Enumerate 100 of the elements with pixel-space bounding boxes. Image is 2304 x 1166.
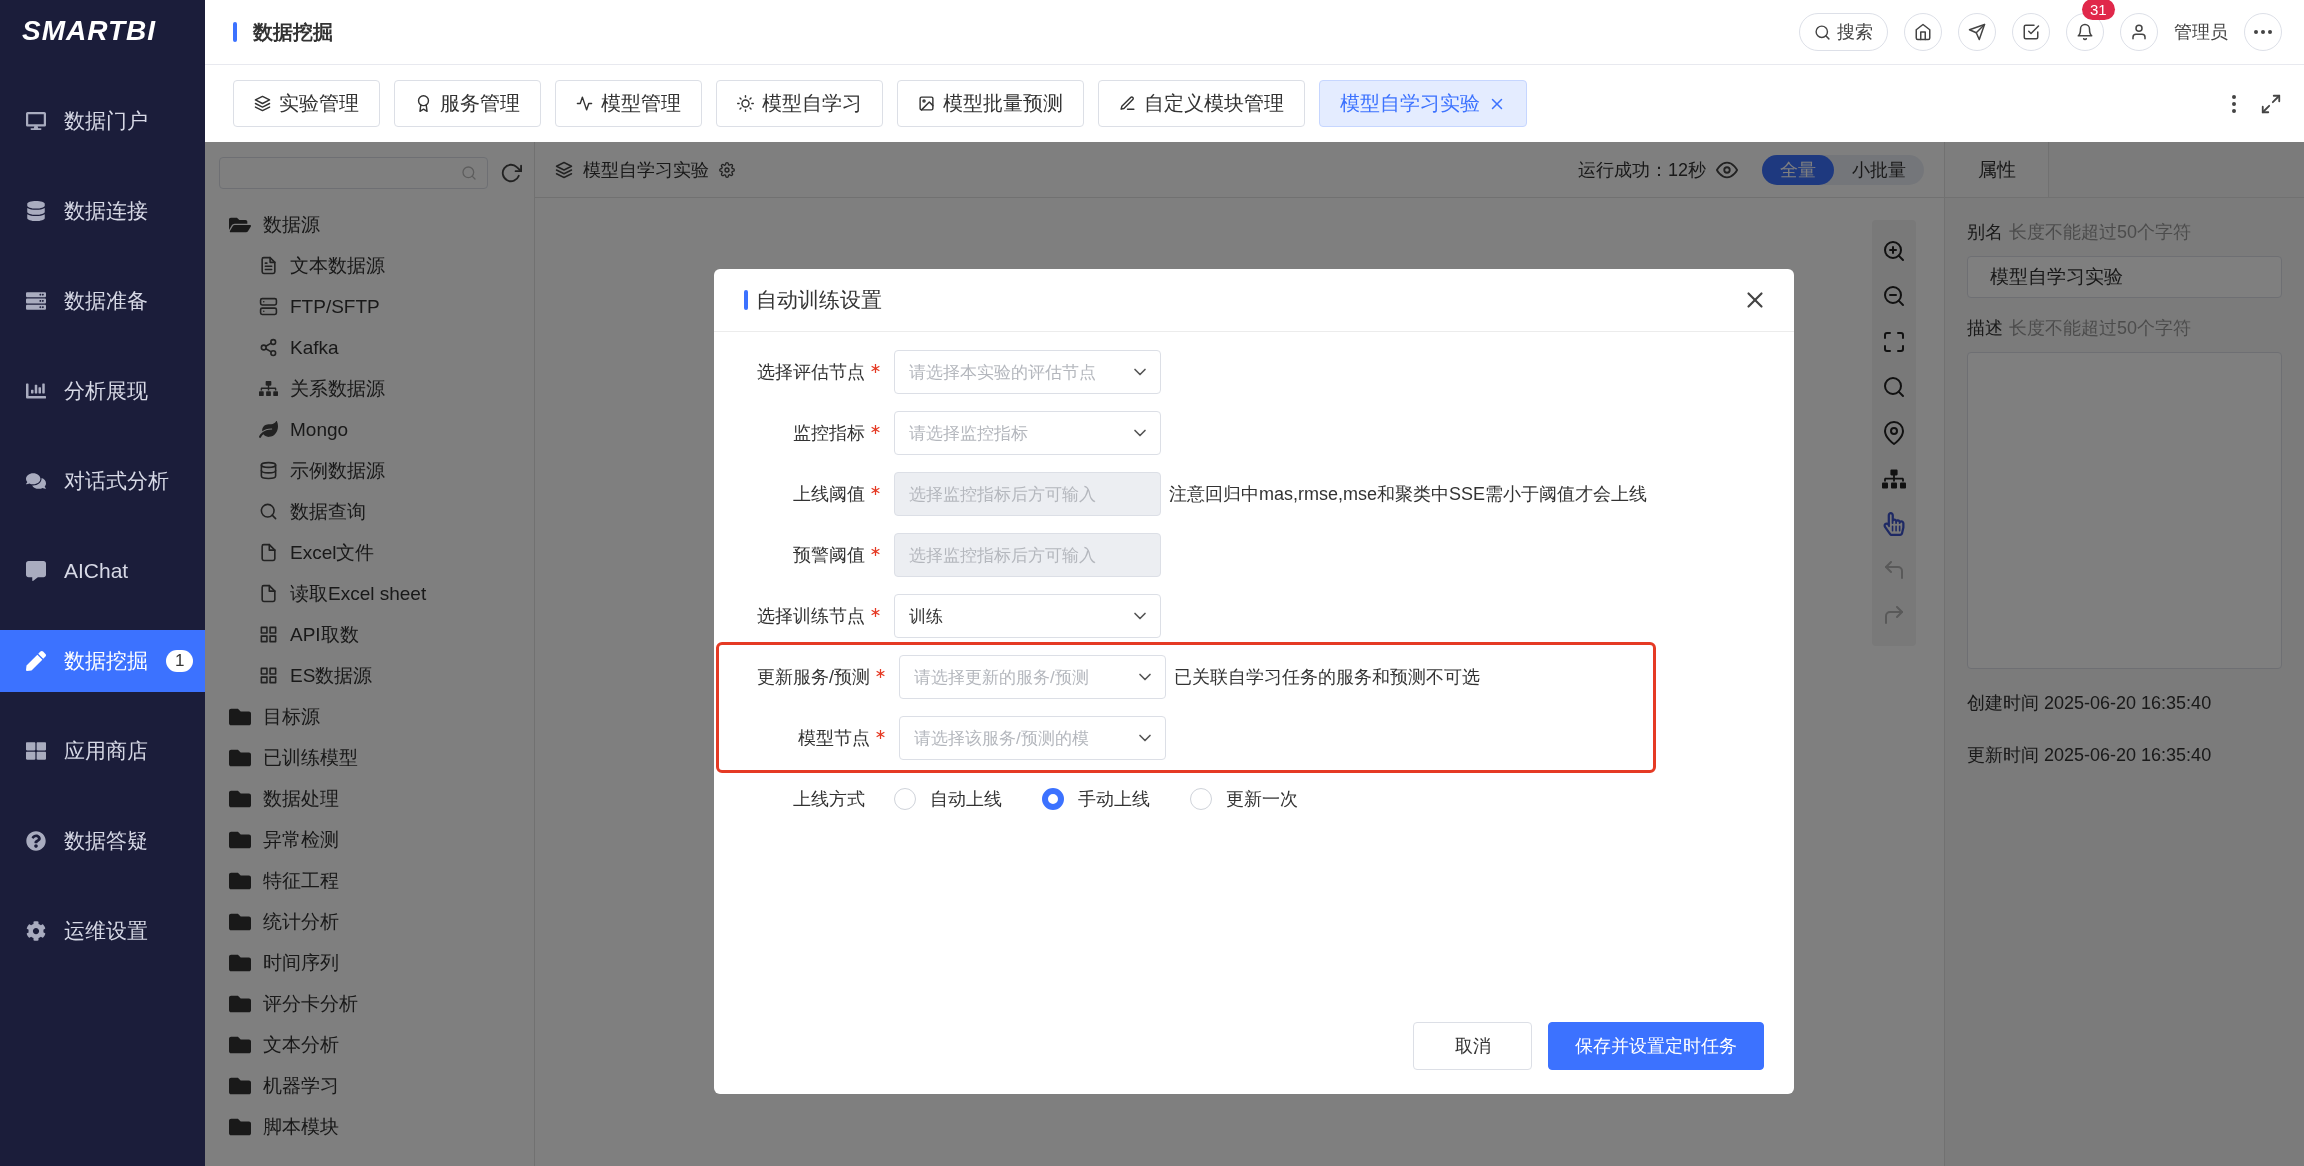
award-icon bbox=[415, 95, 432, 112]
home-button[interactable] bbox=[1904, 13, 1942, 51]
logo: SMARTBI bbox=[21, 14, 158, 48]
task-button[interactable] bbox=[2012, 13, 2050, 51]
tree-item[interactable]: ES数据源 bbox=[290, 662, 373, 689]
sidebar-item[interactable]: 对话式分析 bbox=[0, 450, 205, 512]
refresh-icon[interactable] bbox=[500, 162, 522, 184]
radio-option[interactable]: 更新一次 bbox=[1190, 787, 1298, 811]
more-icon bbox=[2254, 30, 2272, 34]
leaf-icon bbox=[259, 420, 278, 439]
question-icon bbox=[26, 831, 46, 851]
tree-item[interactable]: API取数 bbox=[290, 621, 359, 648]
dialog-title: 自动训练设置 bbox=[756, 287, 882, 313]
tree-item[interactable]: Kafka bbox=[290, 336, 339, 359]
mode-option[interactable]: 全量 bbox=[1762, 154, 1834, 185]
radio-option[interactable]: 手动上线 bbox=[1042, 787, 1150, 811]
database-icon bbox=[26, 201, 46, 221]
tab[interactable]: 实验管理 bbox=[233, 80, 380, 127]
user-avatar[interactable] bbox=[2120, 13, 2158, 51]
sidebar-item[interactable]: 数据挖掘 1 bbox=[0, 630, 205, 692]
run-status: 运行成功：12秒 bbox=[1577, 158, 1706, 182]
notification-badge: 31 bbox=[2082, 0, 2115, 20]
tree-item[interactable]: 读取Excel sheet bbox=[290, 580, 427, 607]
sidebar-item[interactable]: AIChat bbox=[0, 540, 205, 602]
hierarchy-icon[interactable] bbox=[1882, 466, 1906, 491]
bell-icon bbox=[2076, 23, 2094, 41]
search-icon bbox=[259, 502, 278, 521]
sidebar-item[interactable]: 应用商店 bbox=[0, 720, 205, 782]
home-icon bbox=[1914, 23, 1932, 41]
search-icon[interactable] bbox=[1882, 375, 1906, 400]
notification-button[interactable] bbox=[2066, 13, 2104, 51]
nodes-icon bbox=[259, 338, 278, 357]
tab[interactable]: 服务管理 bbox=[394, 80, 541, 127]
zoom-in-icon[interactable] bbox=[1882, 238, 1906, 263]
select-field[interactable]: 训练 bbox=[894, 594, 1161, 638]
search-button[interactable]: 搜索 bbox=[1799, 13, 1888, 51]
field-label: 更新服务/预测 bbox=[757, 666, 870, 689]
image-icon bbox=[918, 95, 935, 112]
experiment-title: 模型自学习实验 bbox=[583, 158, 709, 182]
tree-item[interactable]: 示例数据源 bbox=[290, 457, 385, 484]
tree-item[interactable]: 评分卡分析 bbox=[263, 990, 358, 1017]
tree-item[interactable]: 数据源 bbox=[263, 211, 320, 238]
user-icon bbox=[2130, 23, 2148, 41]
paper-plane-icon bbox=[1968, 23, 1986, 41]
focus-icon[interactable] bbox=[1882, 329, 1906, 354]
mode-option[interactable]: 小批量 bbox=[1834, 154, 1924, 185]
send-button[interactable] bbox=[1958, 13, 1996, 51]
grid-icon bbox=[26, 741, 46, 761]
tree-item[interactable]: 数据查询 bbox=[290, 498, 366, 525]
alias-field[interactable]: 模型自学习实验 bbox=[1967, 256, 2282, 298]
field-label: 预警阈值 bbox=[793, 544, 865, 567]
tree-item[interactable]: Mongo bbox=[290, 418, 349, 441]
sidebar-item[interactable]: 数据准备 bbox=[0, 270, 205, 332]
zoom-out-icon[interactable] bbox=[1882, 284, 1906, 309]
sidebar-item[interactable]: 运维设置 bbox=[0, 900, 205, 962]
settings-icon bbox=[26, 921, 46, 941]
sidebar-item[interactable]: 数据答疑 bbox=[0, 810, 205, 872]
tree-item[interactable]: 文本分析 bbox=[263, 1031, 339, 1058]
tree-item[interactable]: 数据处理 bbox=[263, 785, 339, 812]
user-name[interactable]: 管理员 bbox=[2174, 20, 2228, 44]
created-time: 创建时间 2025-06-20 16:35:40 bbox=[1967, 692, 2213, 715]
field-label: 上线阈值 bbox=[793, 483, 865, 506]
tree-item[interactable]: 特征工程 bbox=[263, 867, 339, 894]
grid-icon bbox=[259, 625, 278, 644]
cancel-button[interactable]: 取消 bbox=[1413, 1022, 1532, 1070]
save-button[interactable]: 保存并设置定时任务 bbox=[1548, 1022, 1764, 1070]
server-icon bbox=[26, 291, 46, 311]
tree-item[interactable]: 时间序列 bbox=[263, 949, 339, 976]
pencil-icon bbox=[26, 651, 46, 671]
hand-icon[interactable] bbox=[1882, 512, 1906, 537]
sidebar-item[interactable]: 数据连接 bbox=[0, 180, 205, 242]
sidebar-item[interactable]: 分析展现 bbox=[0, 360, 205, 422]
settings-icon[interactable] bbox=[719, 161, 735, 178]
tree-item[interactable]: FTP/SFTP bbox=[290, 295, 380, 318]
tree-item[interactable]: 文本数据源 bbox=[290, 252, 385, 279]
search-icon bbox=[461, 165, 477, 181]
tree-item[interactable]: 脚本模块 bbox=[263, 1113, 339, 1140]
expand-icon[interactable] bbox=[2260, 92, 2282, 115]
tab[interactable]: 自定义模块管理 bbox=[1098, 80, 1305, 127]
database-icon bbox=[259, 461, 278, 480]
tree-item[interactable]: 异常检测 bbox=[263, 826, 339, 853]
document-icon bbox=[259, 256, 278, 275]
tab[interactable]: 模型自学习 bbox=[716, 80, 883, 127]
more-button[interactable] bbox=[2244, 13, 2282, 51]
tree-item[interactable]: 统计分析 bbox=[263, 908, 339, 935]
tree-item[interactable]: 目标源 bbox=[263, 703, 320, 730]
file-icon bbox=[259, 543, 278, 562]
tree-item[interactable]: Excel文件 bbox=[290, 539, 375, 566]
map-pin-icon[interactable] bbox=[1882, 420, 1906, 445]
search-field[interactable] bbox=[219, 157, 488, 189]
tab[interactable]: 模型批量预测 bbox=[897, 80, 1084, 127]
tree-item[interactable]: 机器学习 bbox=[263, 1072, 339, 1099]
sidebar-item[interactable]: 数据门户 bbox=[0, 90, 205, 152]
tree-item[interactable]: 关系数据源 bbox=[290, 375, 385, 402]
page-title: 数据挖掘 bbox=[253, 19, 333, 45]
tree-item[interactable]: 已训练模型 bbox=[263, 744, 358, 771]
tab[interactable]: 模型自学习实验 bbox=[1319, 80, 1527, 127]
tab[interactable]: 模型管理 bbox=[555, 80, 702, 127]
radio-option[interactable]: 自动上线 bbox=[894, 787, 1002, 811]
layers-icon bbox=[254, 95, 271, 112]
